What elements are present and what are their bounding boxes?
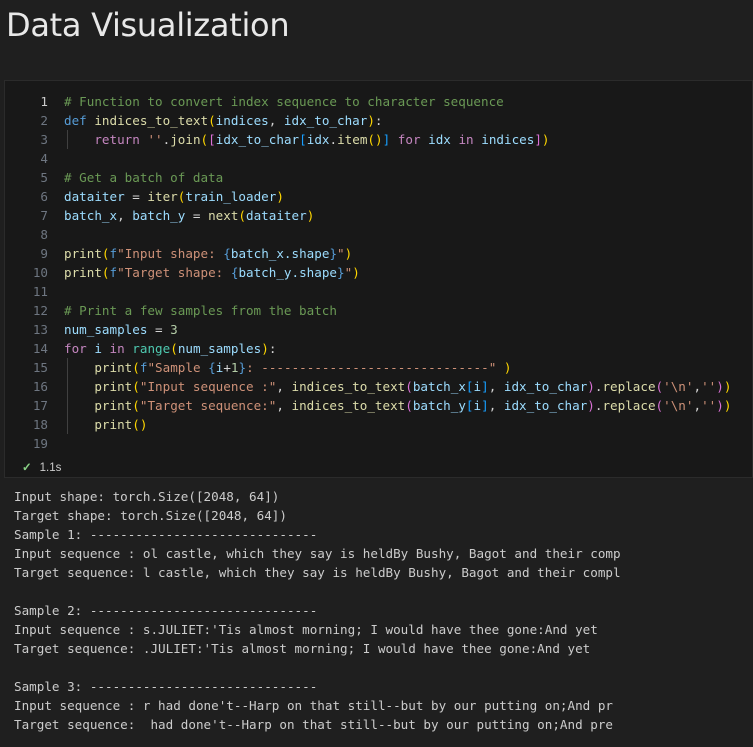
line-number: 13	[32, 322, 48, 337]
code-line[interactable]: 16 print("Input sequence :", indices_to_…	[5, 377, 752, 396]
execution-status: ✓ 1.1s	[22, 460, 61, 474]
output-line: Input sequence : s.JULIET:'Tis almost mo…	[14, 622, 598, 637]
line-number: 18	[32, 417, 48, 432]
code-editor[interactable]: 1 # Function to convert index sequence to…	[5, 92, 752, 453]
code-line[interactable]: 4	[5, 149, 752, 168]
code-line[interactable]: 12 # Print a few samples from the batch	[5, 301, 752, 320]
output-line: Target shape: torch.Size([2048, 64])	[14, 508, 287, 523]
line-number: 15	[32, 360, 48, 375]
execution-time: 1.1s	[39, 462, 62, 474]
line-number: 16	[32, 379, 48, 394]
code-line[interactable]: 9 print(f"Input shape: {batch_x.shape}")	[5, 244, 752, 263]
line-number: 9	[40, 246, 48, 261]
code-line[interactable]: 5 # Get a batch of data	[5, 168, 752, 187]
line-number: 2	[40, 113, 48, 128]
output-line: Target sequence: .JULIET:'Tis almost mor…	[14, 641, 591, 656]
code-line[interactable]: 3 return ''.join([idx_to_char[idx.item()…	[5, 130, 752, 149]
code-line[interactable]: 19	[5, 434, 752, 453]
output-line: Target sequence: had done't--Harp on tha…	[14, 717, 613, 732]
output-line: Input sequence : ol castle, which they s…	[14, 546, 621, 561]
line-number: 12	[32, 303, 48, 318]
line-number: 7	[40, 208, 48, 223]
code-line[interactable]: 1 # Function to convert index sequence to…	[5, 92, 752, 111]
code-line[interactable]: 18 print()	[5, 415, 752, 434]
output-line: Sample 3: ------------------------------	[14, 679, 318, 694]
line-number: 10	[32, 265, 48, 280]
code-line[interactable]: 17 print("Target sequence:", indices_to_…	[5, 396, 752, 415]
code-line[interactable]: 11	[5, 282, 752, 301]
line-number: 5	[40, 170, 48, 185]
code-line[interactable]: 10 print(f"Target shape: {batch_y.shape}"…	[5, 263, 752, 282]
code-line[interactable]: 14 for i in range(num_samples):	[5, 339, 752, 358]
check-icon: ✓	[22, 462, 32, 474]
output-line: Input sequence : r had done't--Harp on t…	[14, 698, 613, 713]
page-title: Data Visualization	[6, 6, 290, 44]
line-number: 1	[40, 94, 48, 109]
code-line[interactable]: 2 def indices_to_text(indices, idx_to_cha…	[5, 111, 752, 130]
line-number: 3	[40, 132, 48, 147]
line-number: 14	[32, 341, 48, 356]
code-line[interactable]: 7 batch_x, batch_y = next(dataiter)	[5, 206, 752, 225]
line-number: 4	[40, 151, 48, 166]
code-line[interactable]: 13 num_samples = 3	[5, 320, 752, 339]
code-cell[interactable]: 1 # Function to convert index sequence to…	[4, 80, 753, 478]
output-line: Sample 1: ------------------------------	[14, 527, 318, 542]
line-number: 17	[32, 398, 48, 413]
output-line: Input shape: torch.Size([2048, 64])	[14, 489, 280, 504]
line-number: 11	[32, 284, 48, 299]
line-number: 8	[40, 227, 48, 242]
cell-output: Input shape: torch.Size([2048, 64]) Targ…	[14, 487, 753, 734]
code-line[interactable]: 8	[5, 225, 752, 244]
line-number: 6	[40, 189, 48, 204]
line-number: 19	[32, 436, 48, 451]
code-line[interactable]: 6 dataiter = iter(train_loader)	[5, 187, 752, 206]
output-line: Sample 2: ------------------------------	[14, 603, 318, 618]
code-line[interactable]: 15 print(f"Sample {i+1}: ---------------…	[5, 358, 752, 377]
output-line: Target sequence: l castle, which they sa…	[14, 565, 621, 580]
